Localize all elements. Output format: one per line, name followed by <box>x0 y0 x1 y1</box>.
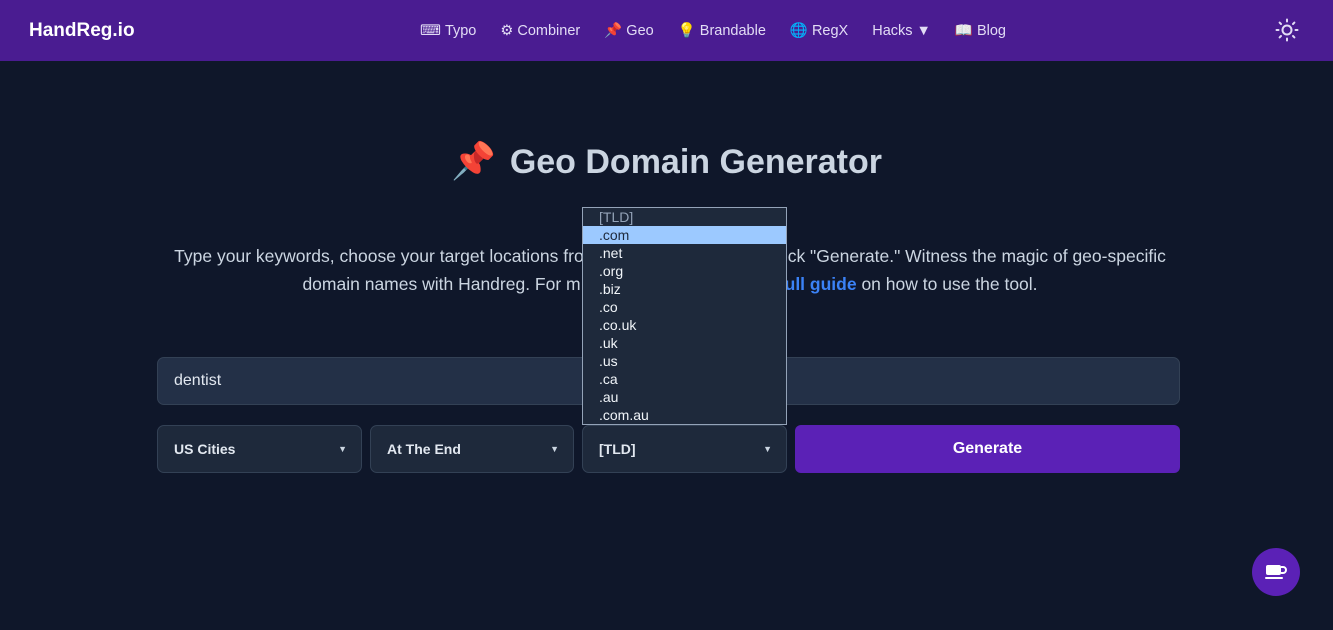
nav-geo[interactable]: 📌 Geo <box>604 22 653 40</box>
tld-option[interactable]: .co.uk <box>583 316 786 334</box>
nav-blog[interactable]: 📖 Blog <box>954 22 1006 40</box>
nav-links: ⌨ Typo ⚙ Combiner 📌 Geo 💡 Brandable 🌐 RegX Ha… <box>420 0 1006 61</box>
nav-combiner[interactable]: ⚙ Combiner <box>500 23 580 39</box>
location-select[interactable]: US Cities ▼ <box>157 425 362 473</box>
top-nav: HandReg.io ⌨ Typo ⚙ Combiner 📌 Geo 💡 Brandab… <box>0 0 1333 61</box>
globe-icon: 🌐 <box>789 23 808 39</box>
book-icon: 📖 <box>954 23 973 39</box>
nav-hacks-dropdown[interactable]: Hacks ▼ <box>872 23 931 39</box>
keyboard-icon: ⌨ <box>420 22 441 39</box>
generate-button[interactable]: Generate <box>795 425 1180 473</box>
tld-option[interactable]: .uk <box>583 334 786 352</box>
tld-option[interactable]: .ca <box>583 370 786 388</box>
tld-option[interactable]: [TLD] <box>583 208 786 226</box>
tld-select[interactable]: [TLD] ▼ <box>582 425 787 473</box>
buy-coffee-button[interactable] <box>1252 548 1300 596</box>
caret-down-icon: ▼ <box>763 444 772 454</box>
tld-option[interactable]: .com <box>583 226 786 244</box>
caret-down-icon: ▼ <box>338 444 347 454</box>
pushpin-icon: 📌 <box>604 23 623 39</box>
lightbulb-icon: 💡 <box>677 23 696 39</box>
tld-option[interactable]: .biz <box>583 280 786 298</box>
logo[interactable]: HandReg.io <box>29 20 135 42</box>
tld-option[interactable]: .org <box>583 262 786 280</box>
page-title: 📌 Geo Domain Generator <box>450 140 883 181</box>
coffee-cup-icon <box>1265 565 1287 579</box>
tld-option[interactable]: .us <box>583 352 786 370</box>
full-guide-link[interactable]: ull guide <box>785 274 857 294</box>
pushpin-icon: 📌 <box>450 140 496 181</box>
nav-regx[interactable]: 🌐 RegX <box>789 22 848 40</box>
tld-option[interactable]: .au <box>583 388 786 406</box>
position-select[interactable]: At The End ▼ <box>370 425 574 473</box>
nav-brandable[interactable]: 💡 Brandable <box>677 22 766 40</box>
tld-option[interactable]: .net <box>583 244 786 262</box>
tld-dropdown-list: [TLD] .com .net .org .biz .co .co.uk .uk .us .ca.… <box>582 207 787 425</box>
nav-typo[interactable]: ⌨ Typo <box>420 23 476 39</box>
tld-option[interactable]: .com.au <box>583 406 786 424</box>
caret-down-icon: ▼ <box>550 444 559 454</box>
theme-toggle-sun-icon[interactable] <box>1275 18 1299 42</box>
gear-icon: ⚙ <box>500 22 514 39</box>
tld-option[interactable]: .co <box>583 298 786 316</box>
